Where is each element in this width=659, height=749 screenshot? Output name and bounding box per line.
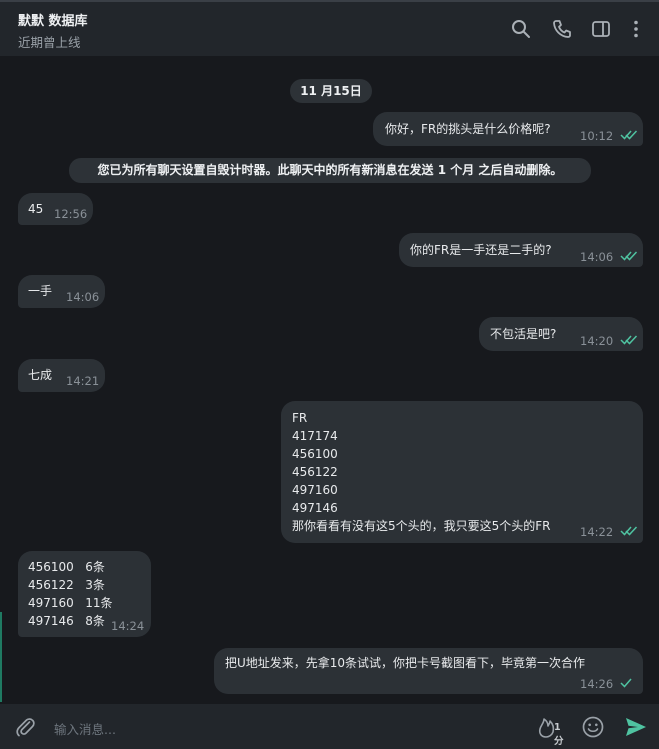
sidebar-icon[interactable]: [590, 18, 612, 40]
message-bubble-incoming[interactable]: 456100 6条 456122 3条 497160 11条 497146 8条…: [18, 551, 151, 637]
message-bubble-incoming[interactable]: 七成 14:21: [18, 359, 105, 392]
message-time: 14:06: [580, 250, 614, 264]
message-text: 七成: [28, 368, 53, 382]
message-text: 456100 6条 456122 3条 497160 11条 497146 8条: [28, 560, 113, 628]
scroll-edge-indicator: [0, 612, 2, 702]
more-vert-icon[interactable]: [625, 18, 647, 40]
phone-icon[interactable]: [551, 18, 573, 40]
message-bubble-outgoing[interactable]: 把U地址发来，先拿10条试试，你把卡号截图看下，毕竟第一次合作 14:26: [214, 648, 643, 694]
attach-icon[interactable]: [14, 716, 36, 738]
message-time: 14:22: [580, 525, 614, 539]
message-bubble-outgoing[interactable]: 不包活是吧? 14:20: [479, 317, 643, 351]
message-bubble-outgoing[interactable]: 你的FR是一手还是二手的? 14:06: [399, 233, 643, 267]
double-check-icon: [620, 129, 638, 140]
search-icon[interactable]: [510, 18, 532, 40]
message-text: 45: [28, 202, 44, 216]
message-bubble-outgoing[interactable]: 你好，FR的挑头是什么价格呢? 10:12: [373, 112, 643, 146]
message-input[interactable]: 输入消息...: [54, 719, 116, 738]
message-time: 14:26: [580, 677, 614, 691]
chat-header: 默默 数据库 近期曾上线: [0, 0, 659, 56]
message-text: FR 417174 456100 456122 497160 497146 那你…: [292, 411, 551, 533]
message-time: 14:20: [580, 334, 614, 348]
double-check-icon: [620, 334, 638, 345]
emoji-icon[interactable]: [581, 715, 605, 739]
message-composer: 输入消息... 1分: [0, 704, 659, 749]
double-check-icon: [620, 250, 638, 261]
message-text: 你的FR是一手还是二手的?: [410, 243, 552, 257]
timer-label: 1分: [554, 722, 564, 747]
message-time: 14:21: [66, 374, 100, 388]
message-bubble-outgoing[interactable]: FR 417174 456100 456122 497160 497146 那你…: [281, 401, 643, 543]
message-bubble-incoming[interactable]: 一手 14:06: [18, 275, 105, 308]
date-separator: 11 月15日: [290, 79, 372, 103]
message-time: 12:56: [54, 207, 88, 221]
message-bubble-incoming[interactable]: 45 12:56: [18, 193, 93, 225]
message-time: 14:24: [111, 619, 145, 633]
self-destruct-notice: 您已为所有聊天设置自毁计时器。此聊天中的所有新消息在发送 1 个月 之后自动删除…: [69, 158, 591, 183]
message-text: 一手: [28, 284, 53, 298]
message-text: 你好，FR的挑头是什么价格呢?: [385, 122, 551, 136]
chat-title[interactable]: 默默 数据库: [18, 10, 88, 29]
message-list[interactable]: 11 月15日 你好，FR的挑头是什么价格呢? 10:12 您已为所有聊天设置自…: [0, 56, 659, 704]
send-icon[interactable]: [624, 715, 648, 739]
message-text: 把U地址发来，先拿10条试试，你把卡号截图看下，毕竟第一次合作: [225, 656, 586, 670]
check-icon: [618, 677, 636, 688]
timer-icon[interactable]: 1分: [536, 714, 568, 747]
message-text: 不包活是吧?: [490, 327, 557, 341]
message-time: 10:12: [580, 129, 614, 143]
chat-status: 近期曾上线: [18, 35, 81, 50]
double-check-icon: [620, 525, 638, 536]
message-time: 14:06: [66, 290, 100, 304]
